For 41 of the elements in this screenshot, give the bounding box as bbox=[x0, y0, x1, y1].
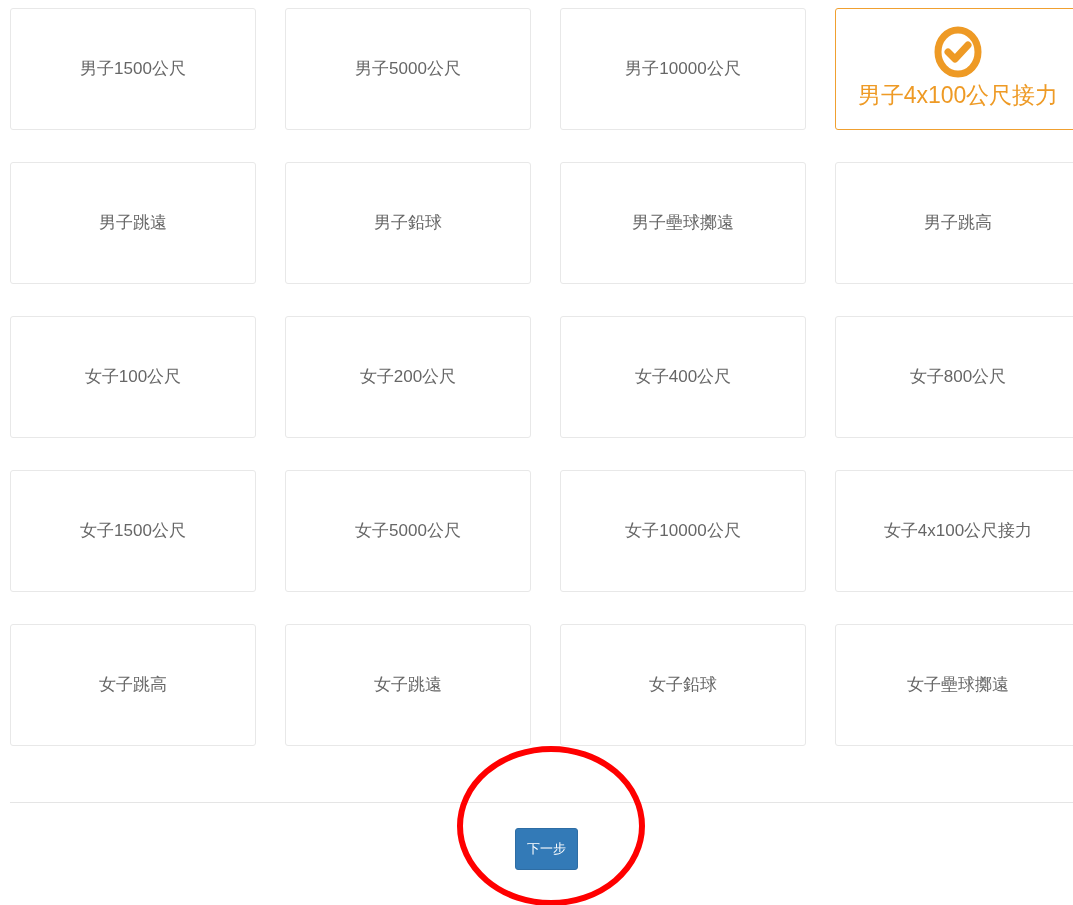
event-card[interactable]: 女子4x100公尺接力 bbox=[835, 470, 1073, 592]
event-card[interactable]: 男子壘球擲遠 bbox=[560, 162, 806, 284]
event-card[interactable]: 男子10000公尺 bbox=[560, 8, 806, 130]
check-circle-icon bbox=[934, 25, 982, 78]
event-card[interactable]: 女子跳高 bbox=[10, 624, 256, 746]
event-label: 女子跳遠 bbox=[374, 674, 442, 697]
event-card[interactable]: 男子1500公尺 bbox=[10, 8, 256, 130]
event-card[interactable]: 女子跳遠 bbox=[285, 624, 531, 746]
event-label: 男子1500公尺 bbox=[80, 58, 186, 81]
event-card[interactable]: 男子跳高 bbox=[835, 162, 1073, 284]
event-card[interactable]: 女子1500公尺 bbox=[10, 470, 256, 592]
event-card[interactable]: 女子800公尺 bbox=[835, 316, 1073, 438]
event-label: 男子跳遠 bbox=[99, 212, 167, 235]
event-card[interactable]: 女子鉛球 bbox=[560, 624, 806, 746]
event-label: 男子4x100公尺接力 bbox=[857, 80, 1059, 110]
event-label: 女子400公尺 bbox=[634, 366, 732, 389]
event-card[interactable]: 男子跳遠 bbox=[10, 162, 256, 284]
event-card[interactable]: 男子5000公尺 bbox=[285, 8, 531, 130]
event-card[interactable]: 女子400公尺 bbox=[560, 316, 806, 438]
event-label: 男子10000公尺 bbox=[625, 58, 741, 81]
event-label: 女子鉛球 bbox=[649, 674, 717, 697]
event-label: 女子800公尺 bbox=[909, 366, 1007, 389]
event-label: 女子10000公尺 bbox=[625, 520, 741, 543]
event-card[interactable]: 女子壘球擲遠 bbox=[835, 624, 1073, 746]
event-card[interactable]: 女子5000公尺 bbox=[285, 470, 531, 592]
event-label: 女子200公尺 bbox=[359, 366, 457, 389]
event-label: 女子壘球擲遠 bbox=[907, 674, 1009, 697]
event-label: 男子壘球擲遠 bbox=[632, 212, 734, 235]
next-button[interactable]: 下一步 bbox=[514, 828, 578, 870]
event-label: 男子5000公尺 bbox=[355, 58, 461, 81]
event-card[interactable]: 女子100公尺 bbox=[10, 316, 256, 438]
event-label: 女子100公尺 bbox=[84, 366, 182, 389]
event-card[interactable]: 女子200公尺 bbox=[285, 316, 531, 438]
event-label: 女子跳高 bbox=[99, 674, 167, 697]
event-label: 男子鉛球 bbox=[374, 212, 442, 235]
event-label: 女子4x100公尺接力 bbox=[883, 520, 1033, 543]
event-label: 女子1500公尺 bbox=[80, 520, 186, 543]
event-card[interactable]: 男子鉛球 bbox=[285, 162, 531, 284]
event-card[interactable]: 女子10000公尺 bbox=[560, 470, 806, 592]
event-label: 男子跳高 bbox=[924, 212, 992, 235]
event-label: 女子5000公尺 bbox=[355, 520, 461, 543]
